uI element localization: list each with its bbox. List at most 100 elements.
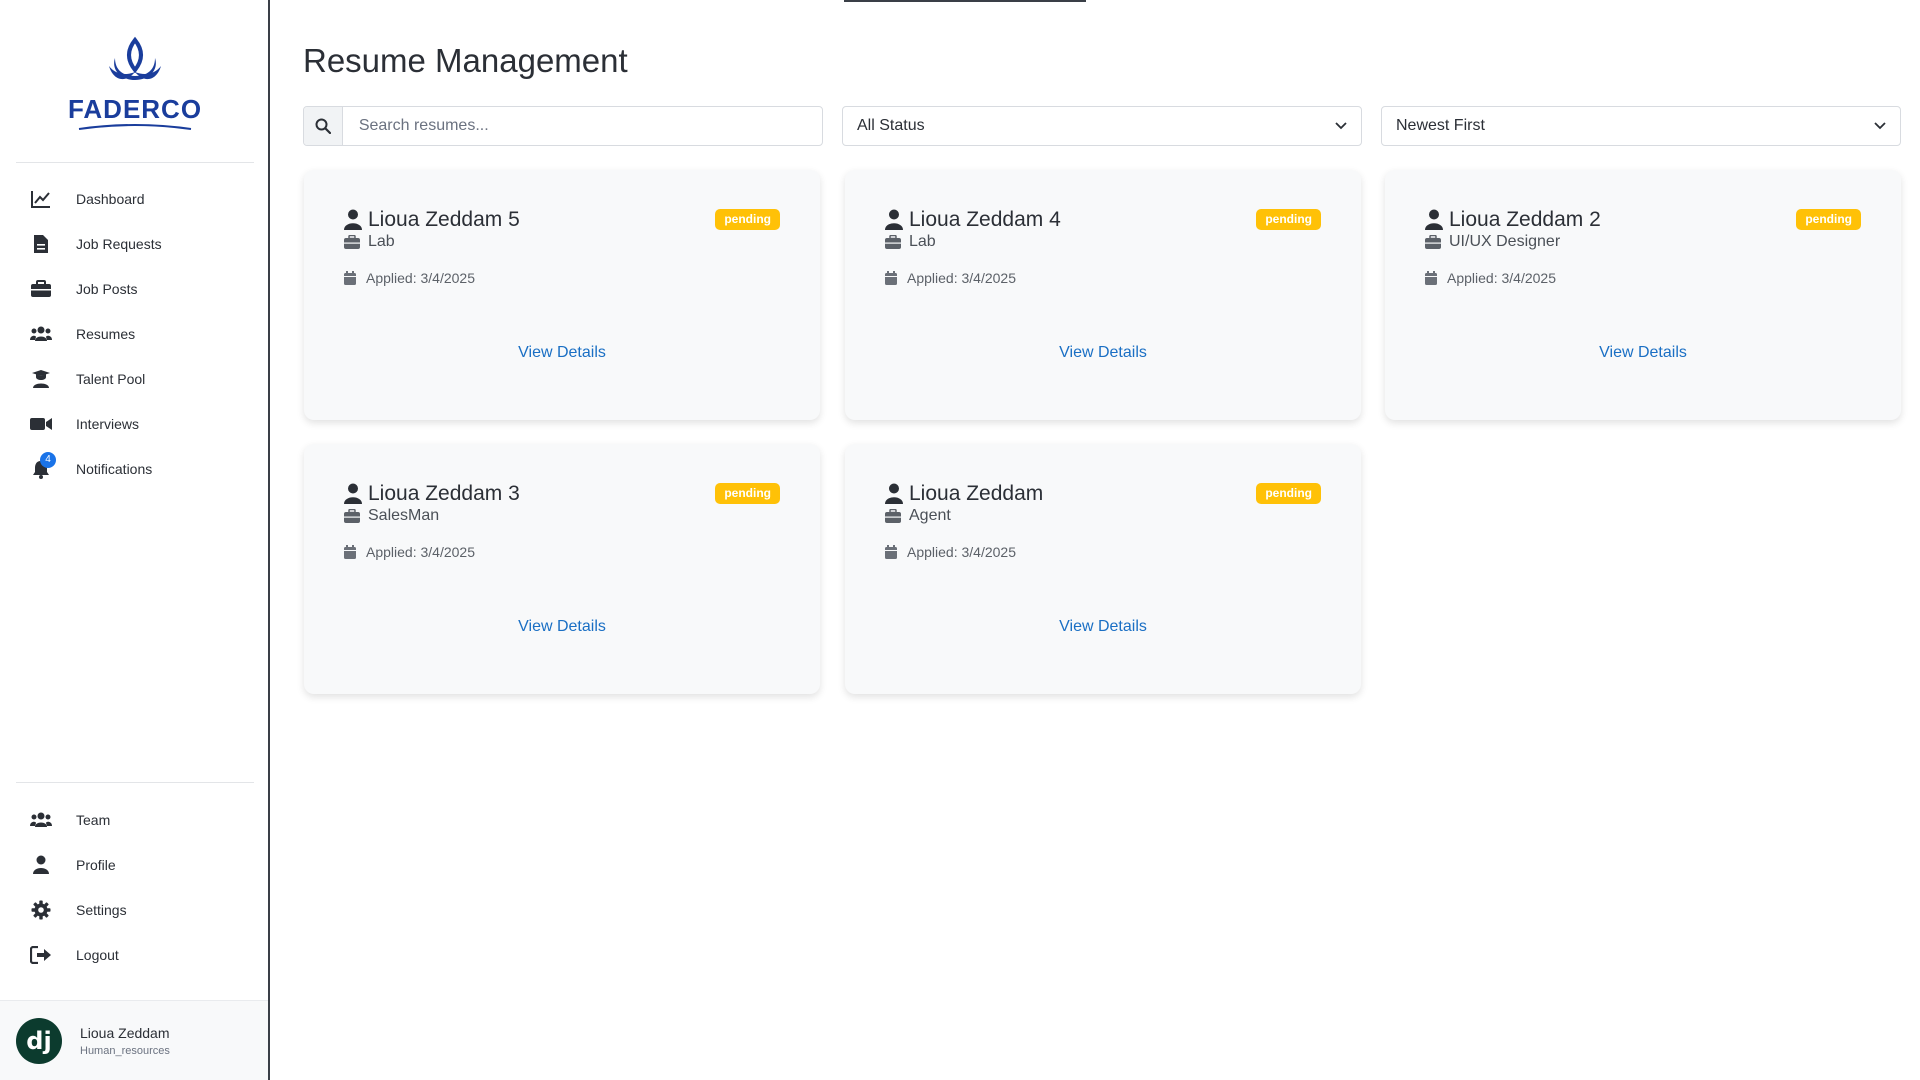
status-badge: pending [1256,209,1321,230]
calendar-icon [344,271,356,285]
view-details-link[interactable]: View Details [304,618,820,636]
briefcase-icon [1425,235,1441,249]
search-box [303,106,823,146]
sidebar-item-label: Resumes [76,325,136,342]
sidebar-item-label: Talent Pool [76,370,146,387]
bell-icon: 4 [30,451,56,480]
status-badge: pending [715,209,780,230]
applied-date: Applied: 3/4/2025 [907,270,1016,286]
user-role: Human_resources [80,1044,170,1057]
sidebar-item-team[interactable]: Team [0,797,270,842]
status-badge: pending [1256,483,1321,504]
card-position-row: Lab [885,233,936,251]
sidebar-item-logout[interactable]: Logout [0,932,270,977]
secondary-nav: Team Profile Settings Logout [0,797,270,977]
search-input[interactable] [342,107,822,145]
user-icon [885,209,903,230]
card-position-row: UI/UX Designer [1425,233,1560,251]
user-icon [1425,209,1443,230]
chevron-down-icon [1874,122,1886,130]
briefcase-icon [344,235,360,249]
sidebar-item-resumes[interactable]: Resumes [0,311,270,356]
user-icon [344,209,362,230]
status-filter-select[interactable]: All Status [842,106,1362,146]
view-details-link[interactable]: View Details [845,618,1361,636]
sidebar-item-label: Team [76,811,111,828]
card-position-row: SalesMan [344,507,439,525]
job-position: Lab [909,233,936,250]
user-info: Lioua Zeddam Human_resources [80,1025,170,1057]
user-profile-box[interactable]: dj Lioua Zeddam Human_resources [0,1000,268,1080]
sidebar-item-talent-pool[interactable]: Talent Pool [0,356,270,401]
sidebar-item-dashboard[interactable]: Dashboard [0,176,270,221]
status-badge: pending [715,483,780,504]
sidebar-item-job-posts[interactable]: Job Posts [0,266,270,311]
view-details-link[interactable]: View Details [845,344,1361,362]
card-date-row: Applied: 3/4/2025 [885,544,1016,560]
sidebar-item-label: Notifications [76,460,153,477]
calendar-icon [344,545,356,559]
graduate-icon [30,368,52,390]
user-icon [30,854,52,876]
applicant-name: Lioua Zeddam [909,482,1044,505]
resume-card: Lioua Zeddam Agent Applied: 3/4/2025 pen… [845,444,1361,694]
briefcase-icon [885,235,901,249]
card-position-row: Agent [885,507,951,525]
resume-card: Lioua Zeddam 2 UI/UX Designer Applied: 3… [1385,170,1901,420]
sidebar-item-label: Interviews [76,415,140,432]
user-name: Lioua Zeddam [80,1024,170,1041]
sidebar-item-job-requests[interactable]: Job Requests [0,221,270,266]
user-icon [885,483,903,504]
sort-value: Newest First [1396,117,1485,134]
chevron-down-icon [1335,122,1347,130]
sidebar: FADERCO Dashboard Job Requests Job Posts [0,0,270,1080]
briefcase-icon [344,509,360,523]
sort-select[interactable]: Newest First [1381,106,1901,146]
applicant-name: Lioua Zeddam 5 [368,208,520,231]
job-position: Lab [368,233,395,250]
applied-date: Applied: 3/4/2025 [1447,270,1556,286]
sidebar-item-profile[interactable]: Profile [0,842,270,887]
resume-card: Lioua Zeddam 4 Lab Applied: 3/4/2025 pen… [845,170,1361,420]
avatar: dj [16,1017,62,1064]
card-name-row: Lioua Zeddam 5 [344,208,520,232]
card-name-row: Lioua Zeddam 4 [885,208,1061,232]
top-indicator-line [844,0,1086,2]
sidebar-item-label: Job Posts [76,280,138,297]
briefcase-icon [30,278,52,300]
brand-name: FADERCO [67,94,203,124]
job-position: Agent [909,507,951,524]
applicant-name: Lioua Zeddam 3 [368,482,520,505]
applicant-name: Lioua Zeddam 2 [1449,208,1601,231]
calendar-icon [885,545,897,559]
logout-icon [30,944,52,966]
sidebar-item-label: Settings [76,901,127,918]
notification-badge: 4 [40,451,56,468]
faderco-logo[interactable]: FADERCO [0,36,270,142]
applied-date: Applied: 3/4/2025 [366,544,475,560]
status-badge: pending [1796,209,1861,230]
applicant-name: Lioua Zeddam 4 [909,208,1061,231]
users-icon [30,323,52,345]
users-icon [30,809,52,831]
card-name-row: Lioua Zeddam [885,482,1043,506]
sidebar-item-label: Job Requests [76,235,162,252]
card-date-row: Applied: 3/4/2025 [885,270,1016,286]
job-position: UI/UX Designer [1449,233,1561,250]
view-details-link[interactable]: View Details [304,344,820,362]
sidebar-divider-bottom [16,782,254,783]
view-details-link[interactable]: View Details [1385,344,1901,362]
sidebar-item-notifications[interactable]: 4 Notifications [0,446,270,491]
faderco-flower-icon [109,36,161,80]
main-nav: Dashboard Job Requests Job Posts Resumes… [0,176,270,491]
sidebar-item-interviews[interactable]: Interviews [0,401,270,446]
sidebar-item-label: Logout [76,946,119,963]
user-icon [344,483,362,504]
sidebar-item-settings[interactable]: Settings [0,887,270,932]
sidebar-divider-top [16,162,254,163]
page-title: Resume Management [303,42,628,79]
briefcase-icon [885,509,901,523]
calendar-icon [1425,271,1437,285]
calendar-icon [885,271,897,285]
job-position: SalesMan [368,507,440,524]
